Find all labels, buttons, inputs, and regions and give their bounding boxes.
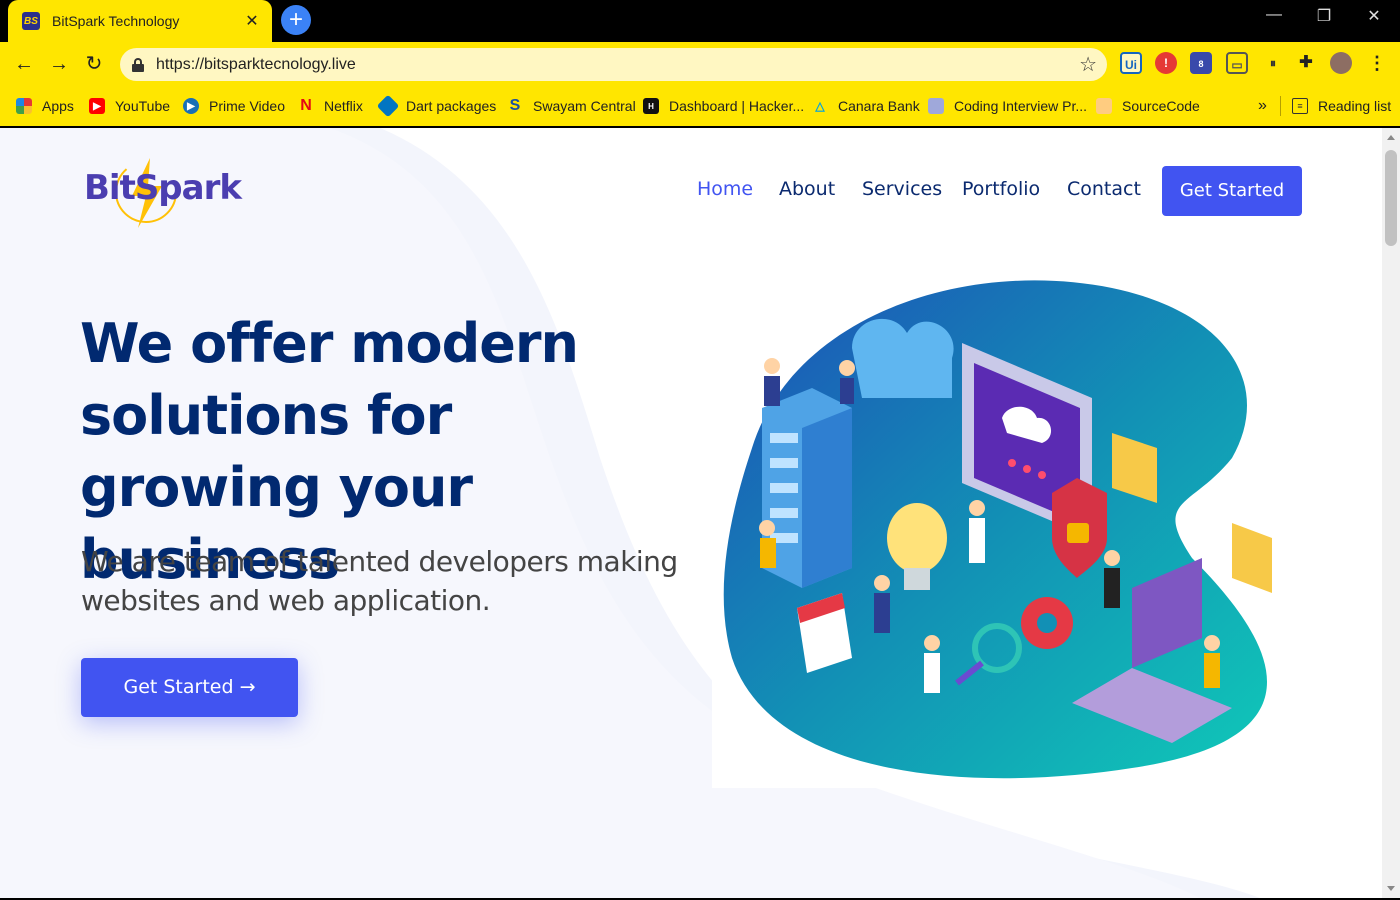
menu-dots-icon[interactable]: ⋮ (1366, 52, 1388, 74)
hero-get-started-button[interactable]: Get Started → (81, 658, 298, 717)
bookmark-netflix[interactable]: N Netflix (298, 86, 363, 126)
hero-cta-label: Get Started (123, 676, 234, 698)
puzzle-extensions-icon[interactable]: ✚ (1295, 52, 1317, 74)
nav-get-started-button[interactable]: Get Started (1162, 166, 1302, 216)
bookmark-apps[interactable]: Apps (16, 86, 74, 126)
tab-strip: BS BitSpark Technology ✕ + — ❐ ✕ (0, 0, 1400, 42)
bookmark-sourcecode[interactable]: SourceCode (1096, 86, 1200, 126)
coding-interview-icon (928, 98, 944, 114)
web-page: BitSpark Home About Services Portfolio C… (0, 128, 1382, 898)
bookmark-dart-packages[interactable]: Dart packages (376, 86, 496, 126)
scroll-down-icon[interactable] (1387, 886, 1395, 891)
bookmark-star-icon[interactable]: ☆ (1079, 52, 1097, 77)
browser-toolbar: ← → ↻ https://bitsparktecnology.live ☆ U… (0, 42, 1400, 86)
bookmark-hackerrank[interactable]: H Dashboard | Hacker... (643, 86, 804, 126)
bookmark-canara-bank[interactable]: △ Canara Bank (812, 86, 919, 126)
nav-portfolio[interactable]: Portfolio (962, 178, 1040, 200)
youtube-icon: ▶ (89, 98, 105, 114)
hackerrank-icon: H (643, 98, 659, 114)
canara-icon: △ (815, 99, 825, 113)
window-close-icon[interactable]: ✕ (1359, 6, 1389, 26)
bookmark-swayam-central[interactable]: S Swayam Central (507, 86, 636, 126)
apps-grid-icon (16, 98, 32, 114)
bookmark-prime-video[interactable]: ▶ Prime Video (183, 86, 285, 126)
browser-tab[interactable]: BS BitSpark Technology ✕ (8, 0, 272, 42)
tab-title: BitSpark Technology (52, 13, 180, 29)
page-scrollbar[interactable] (1382, 128, 1400, 898)
extension-badge: 8 (1198, 59, 1204, 69)
cast-extension-icon[interactable]: ▭ (1226, 52, 1248, 74)
arrow-right-icon: → (239, 676, 256, 698)
nav-home[interactable]: Home (697, 178, 753, 200)
reading-list-button[interactable]: ≡ Reading list (1292, 86, 1391, 126)
hero-subtitle: We are team of talented developers makin… (81, 545, 678, 617)
logo-text: BitSpark (84, 168, 242, 208)
scroll-thumb[interactable] (1385, 150, 1397, 246)
reading-list-icon: ≡ (1292, 98, 1308, 114)
bitspark-favicon-icon: BS (22, 12, 40, 30)
nav-services[interactable]: Services (862, 178, 942, 200)
sourcecode-icon (1096, 98, 1112, 114)
back-arrow-icon[interactable]: ← (10, 50, 38, 78)
address-bar[interactable]: https://bitsparktecnology.live ☆ (120, 48, 1107, 81)
url-text[interactable]: https://bitsparktecnology.live (156, 56, 356, 74)
scroll-up-icon[interactable] (1387, 135, 1395, 140)
netflix-icon: N (300, 97, 312, 114)
hero-illustration (712, 238, 1302, 788)
profile-avatar[interactable] (1330, 52, 1352, 74)
bitspark-logo[interactable]: BitSpark (84, 156, 242, 230)
uipath-extension-icon[interactable]: Ui (1120, 52, 1142, 74)
minimize-icon[interactable]: — (1259, 6, 1289, 24)
adblock-extension-icon[interactable]: ! (1155, 52, 1177, 74)
purple-extension-icon[interactable]: 8 (1190, 52, 1212, 74)
dart-icon (376, 94, 400, 118)
bookmarks-separator (1280, 96, 1281, 116)
bookmarks-overflow-icon[interactable]: » (1258, 86, 1267, 126)
prime-video-icon: ▶ (183, 98, 199, 114)
bookmark-youtube[interactable]: ▶ YouTube (89, 86, 170, 126)
pause-extension-icon[interactable]: ⏸ (1262, 52, 1284, 74)
swayam-icon: S (509, 97, 521, 114)
bookmarks-bar: Apps ▶ YouTube ▶ Prime Video N Netflix D… (0, 86, 1400, 126)
restore-icon[interactable]: ❐ (1309, 6, 1339, 26)
nav-about[interactable]: About (779, 178, 835, 200)
forward-arrow-icon[interactable]: → (45, 50, 73, 78)
new-tab-button[interactable]: + (281, 5, 311, 35)
reload-icon[interactable]: ↻ (80, 50, 108, 78)
bookmark-coding-interview[interactable]: Coding Interview Pr... (928, 86, 1087, 126)
lock-icon[interactable] (132, 57, 144, 72)
close-tab-icon[interactable]: ✕ (242, 11, 262, 31)
nav-contact[interactable]: Contact (1067, 178, 1141, 200)
